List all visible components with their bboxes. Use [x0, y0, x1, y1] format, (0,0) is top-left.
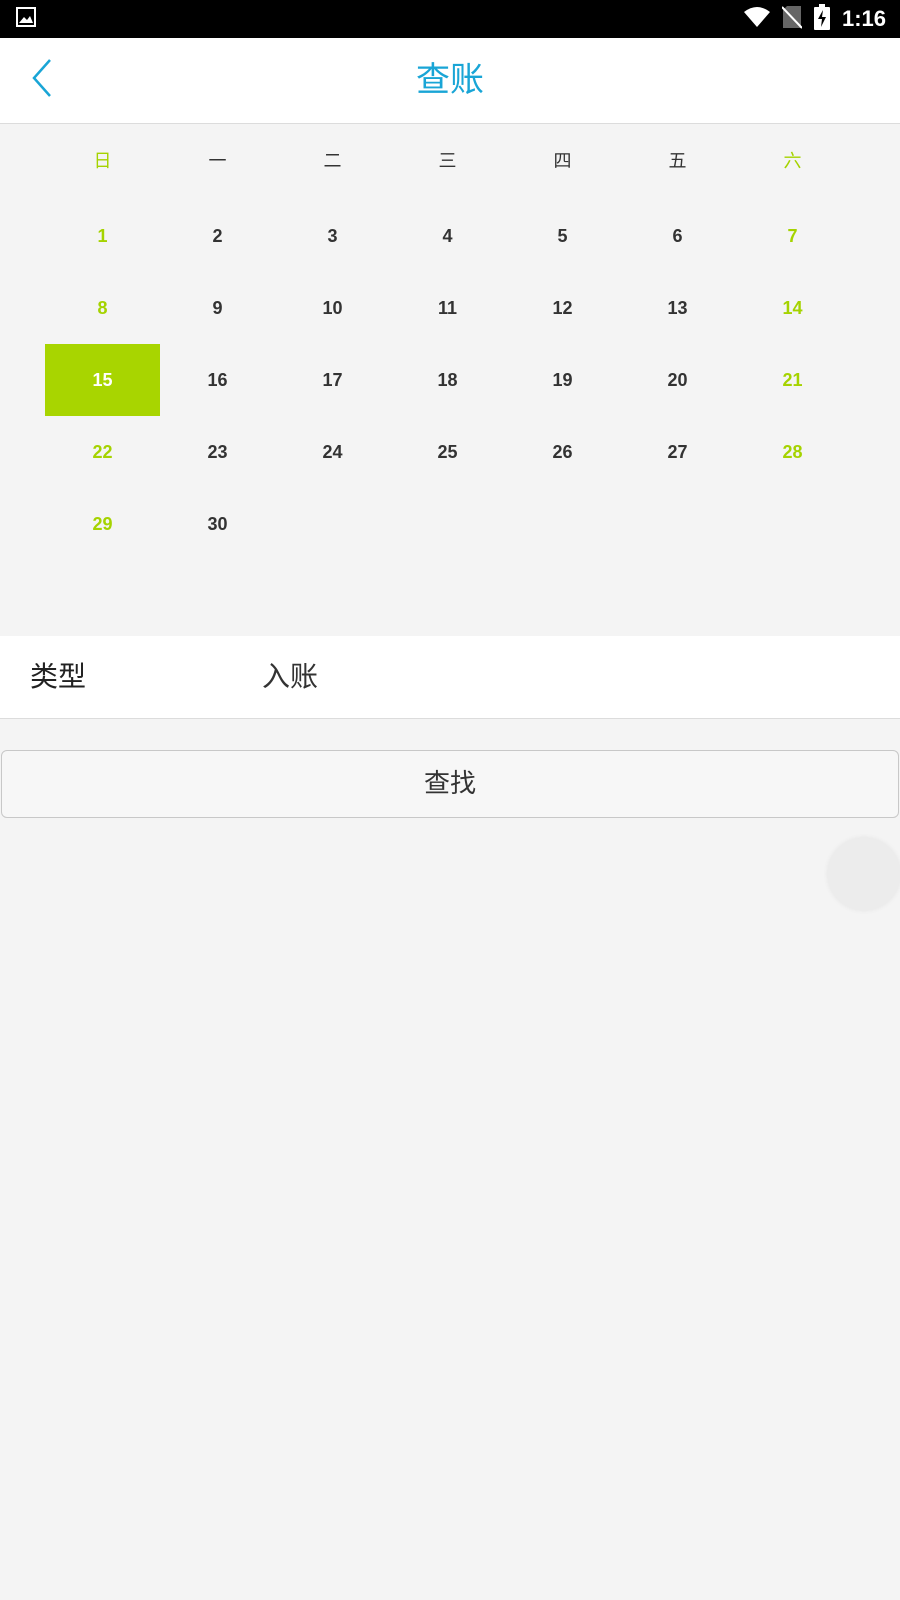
weekday-header: 日 一 二 三 四 五 六	[45, 124, 850, 200]
weekday-fri: 五	[668, 151, 687, 172]
search-button[interactable]: 查找	[1, 750, 899, 818]
status-time: 1:16	[841, 6, 886, 31]
calendar-day-24[interactable]: 24	[275, 416, 390, 488]
calendar-day-14[interactable]: 14	[735, 272, 850, 344]
weekday-mon: 一	[208, 151, 227, 172]
status-bar: 1:16	[0, 0, 900, 38]
calendar-day-11[interactable]: 11	[390, 272, 505, 344]
calendar-day-2[interactable]: 2	[160, 200, 275, 272]
calendar-day-21[interactable]: 21	[735, 344, 850, 416]
type-row[interactable]: 类型 入账	[0, 636, 900, 719]
no-sim-icon	[781, 5, 803, 33]
calendar-day-12[interactable]: 12	[505, 272, 620, 344]
calendar-day-15[interactable]: 15	[45, 344, 160, 416]
calendar-day-13[interactable]: 13	[620, 272, 735, 344]
calendar-day-28[interactable]: 28	[735, 416, 850, 488]
weekday-wed: 三	[438, 151, 457, 172]
calendar-day-25[interactable]: 25	[390, 416, 505, 488]
calendar-day-9[interactable]: 9	[160, 272, 275, 344]
calendar-day-8[interactable]: 8	[45, 272, 160, 344]
weekday-sun: 日	[93, 151, 112, 172]
type-label: 类型	[30, 660, 87, 693]
type-value[interactable]: 入账	[262, 636, 318, 718]
calendar-day-20[interactable]: 20	[620, 344, 735, 416]
status-bar-left	[16, 7, 36, 31]
calendar-day-22[interactable]: 22	[45, 416, 160, 488]
floating-assist-button[interactable]	[828, 838, 900, 910]
battery-charging-icon	[813, 4, 830, 34]
weekday-thu: 四	[553, 151, 572, 172]
calendar-day-26[interactable]: 26	[505, 416, 620, 488]
calendar-day-27[interactable]: 27	[620, 416, 735, 488]
weekday-sat: 六	[783, 151, 802, 172]
calendar-day-17[interactable]: 17	[275, 344, 390, 416]
calendar: 日 一 二 三 四 五 六 1 2 3 4 5 6 7 8 9 10 11 12 13 14 15 16 17 1…	[45, 124, 850, 560]
chevron-left-icon	[30, 58, 54, 102]
calendar-day-18[interactable]: 18	[390, 344, 505, 416]
calendar-day-1[interactable]: 1	[45, 200, 160, 272]
wifi-icon	[743, 6, 770, 32]
app-bar: 查账	[0, 38, 900, 124]
calendar-day-4[interactable]: 4	[390, 200, 505, 272]
day-grid: 1 2 3 4 5 6 7 8 9 10 11 12 13 14 15 16 17 18 19 20 21 22 23 24 2…	[45, 200, 850, 560]
calendar-day-30[interactable]: 30	[160, 488, 275, 560]
weekday-tue: 二	[323, 151, 342, 172]
calendar-day-19[interactable]: 19	[505, 344, 620, 416]
image-icon	[16, 7, 36, 31]
page-title: 查账	[416, 60, 484, 100]
calendar-day-6[interactable]: 6	[620, 200, 735, 272]
calendar-day-3[interactable]: 3	[275, 200, 390, 272]
calendar-day-29[interactable]: 29	[45, 488, 160, 560]
calendar-day-10[interactable]: 10	[275, 272, 390, 344]
calendar-day-5[interactable]: 5	[505, 200, 620, 272]
calendar-day-7[interactable]: 7	[735, 200, 850, 272]
calendar-day-23[interactable]: 23	[160, 416, 275, 488]
status-bar-right: 1:16	[743, 4, 886, 34]
back-button[interactable]	[18, 56, 66, 104]
calendar-day-16[interactable]: 16	[160, 344, 275, 416]
